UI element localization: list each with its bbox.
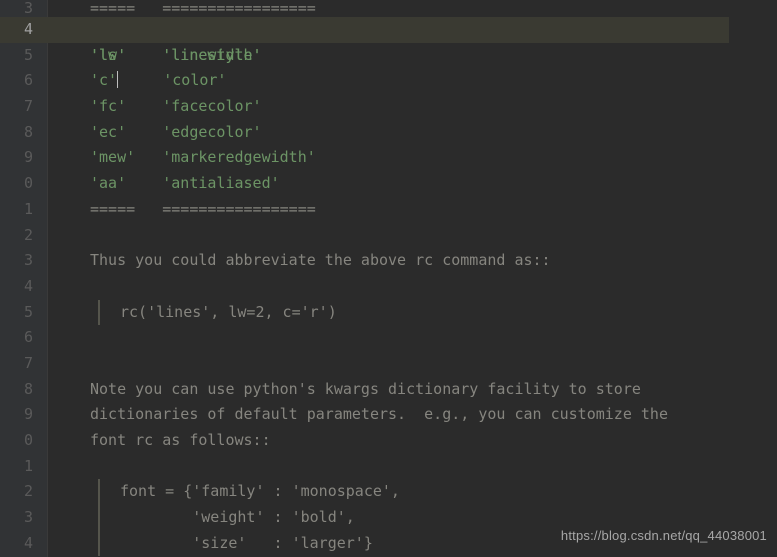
code-line[interactable] [90, 223, 777, 249]
code-token: 'markeredgewidth' [162, 148, 316, 166]
code-line[interactable]: font = {'family' : 'monospace', [90, 479, 777, 505]
line-number: 7 [0, 94, 47, 120]
code-line[interactable]: 'ec' 'edgecolor' [90, 120, 777, 146]
blank-line [90, 277, 99, 295]
line-number: 3 [0, 505, 47, 531]
line-number: 2 [0, 479, 47, 505]
line-number: 1 [0, 197, 47, 223]
line-number: 7 [0, 351, 47, 377]
line-number-gutter: 34💡56789012345678901234 [0, 0, 48, 557]
line-number: 9 [0, 402, 47, 428]
code-whitespace [135, 0, 162, 17]
code-whitespace [118, 71, 163, 89]
code-whitespace [126, 97, 162, 115]
line-number: 3 [0, 248, 47, 274]
code-line[interactable] [90, 454, 777, 480]
code-line[interactable]: 'mew' 'markeredgewidth' [90, 145, 777, 171]
line-number: 0 [0, 171, 47, 197]
code-line[interactable] [90, 351, 777, 377]
code-line[interactable]: font rc as follows:: [90, 428, 777, 454]
code-token: ================= [162, 200, 316, 218]
code-line[interactable] [90, 274, 777, 300]
blank-line [90, 354, 99, 372]
line-number: 2 [0, 223, 47, 249]
code-token: 'antialiased' [162, 174, 279, 192]
docstring-text: dictionaries of default parameters. e.g.… [90, 405, 668, 423]
code-token: 'color' [163, 71, 226, 89]
line-number: 9 [0, 145, 47, 171]
code-line[interactable]: Note you can use python's kwargs diction… [90, 377, 777, 403]
code-line[interactable]: 'lw' 'linewidth' [90, 17, 777, 43]
docstring-text: Thus you could abbreviate the above rc c… [90, 251, 551, 269]
line-number: 5 [0, 300, 47, 326]
docstring-text: Note you can use python's kwargs diction… [90, 380, 641, 398]
doc-code-block: 'size' : 'larger'} [98, 531, 373, 557]
line-number: 0 [0, 428, 47, 454]
code-token: ===== [90, 200, 135, 218]
code-whitespace [126, 46, 162, 64]
current-line-highlight [42, 17, 729, 43]
code-token: 'ls' [90, 46, 126, 64]
code-token: 'aa' [90, 174, 126, 192]
code-editor[interactable]: 34💡56789012345678901234 ===== ==========… [0, 0, 777, 557]
code-line[interactable]: Thus you could abbreviate the above rc c… [90, 248, 777, 274]
code-line[interactable]: ===== ================= [90, 0, 777, 17]
code-line[interactable]: dictionaries of default parameters. e.g.… [90, 402, 777, 428]
code-token: 'linestyle' [162, 46, 261, 64]
blank-line [90, 226, 99, 244]
code-area[interactable]: ===== ================='lw' 'linewidth''… [48, 0, 777, 557]
code-whitespace [126, 174, 162, 192]
watermark-text: https://blog.csdn.net/qq_44038001 [561, 523, 767, 549]
docstring-text: font rc as follows:: [90, 431, 271, 449]
code-token: 'mew' [90, 148, 135, 166]
code-whitespace [135, 200, 162, 218]
doc-code-block: font = {'family' : 'monospace', [98, 479, 400, 505]
line-number: 6 [0, 68, 47, 94]
line-number: 1 [0, 454, 47, 480]
code-token: 'fc' [90, 97, 126, 115]
code-line[interactable]: 'fc' 'facecolor' [90, 94, 777, 120]
code-line[interactable]: ===== ================= [90, 197, 777, 223]
code-token: 'edgecolor' [162, 123, 261, 141]
doc-code-block: rc('lines', lw=2, c='r') [98, 300, 337, 326]
code-token: 'c' [90, 71, 117, 89]
blank-line [90, 328, 99, 346]
doc-code-block: 'weight' : 'bold', [98, 505, 355, 531]
blank-line [90, 457, 99, 475]
line-number: 4 [0, 531, 47, 557]
line-number: 6 [0, 325, 47, 351]
code-whitespace [135, 148, 162, 166]
code-token: ===== [90, 0, 135, 17]
code-line[interactable]: 'c' 'color' [90, 68, 777, 94]
code-line[interactable] [90, 325, 777, 351]
line-number: 5 [0, 43, 47, 69]
line-number: 8 [0, 120, 47, 146]
line-number: 4💡 [0, 17, 47, 43]
code-token: ================= [162, 0, 316, 17]
line-number: 8 [0, 377, 47, 403]
code-line[interactable]: rc('lines', lw=2, c='r') [90, 300, 777, 326]
code-line[interactable]: 'aa' 'antialiased' [90, 171, 777, 197]
line-number: 4 [0, 274, 47, 300]
code-token: 'facecolor' [162, 97, 261, 115]
code-token: 'ec' [90, 123, 126, 141]
line-number: 3 [0, 0, 47, 17]
code-whitespace [126, 123, 162, 141]
